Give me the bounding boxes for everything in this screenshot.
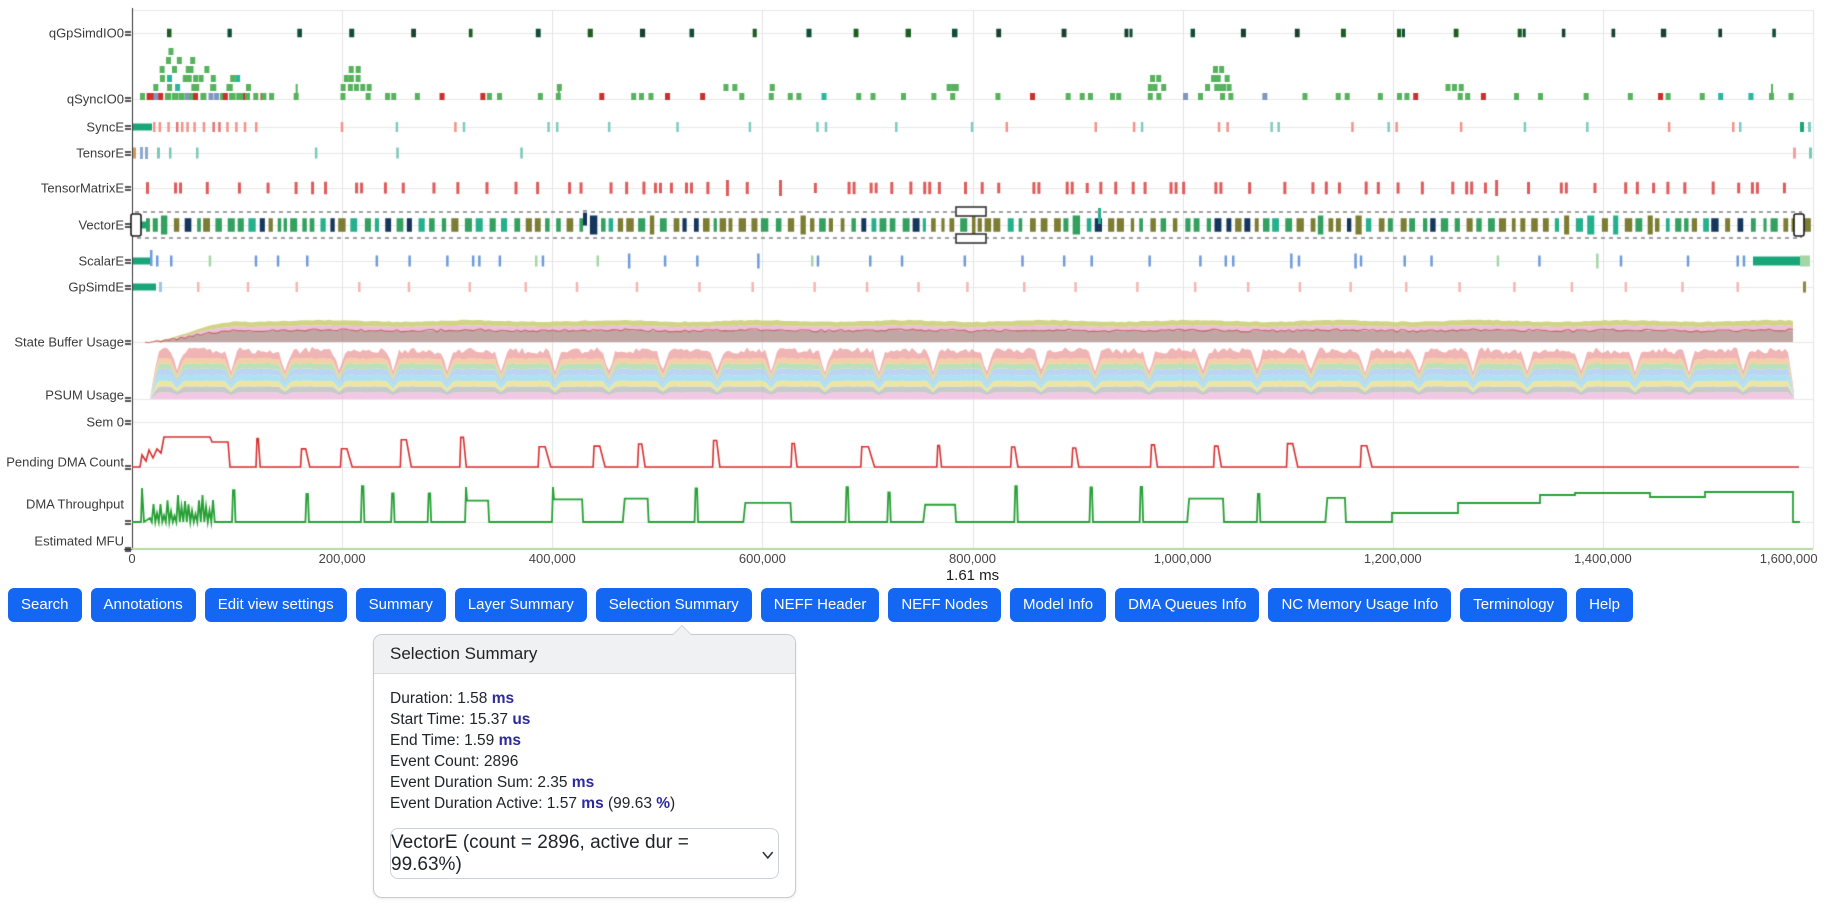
stat-line: Duration: 1.58 ms — [390, 688, 779, 709]
row-label-state-buffer-usage: State Buffer Usage — [0, 335, 124, 350]
row-label-pending-dma-count: Pending DMA Count — [0, 455, 124, 470]
x-tick-label: 400,000 — [529, 551, 576, 566]
x-tick-label: 1,400,000 — [1574, 551, 1632, 566]
chevron-down-icon — [758, 845, 778, 865]
stat-unit: us — [512, 711, 530, 728]
x-tick-label: 1,200,000 — [1364, 551, 1422, 566]
stat-text: Start Time: 15.37 — [390, 711, 512, 728]
toolbar-button-edit-view-settings[interactable]: Edit view settings — [205, 588, 347, 622]
row-label-vectore: VectorE — [0, 218, 124, 233]
x-tick-label: 1,000,000 — [1154, 551, 1212, 566]
selection-summary-popup: Selection Summary Duration: 1.58 msStart… — [373, 634, 796, 898]
stat-text: Duration: 1.58 — [390, 690, 492, 707]
row-label-qsyncio0: qSyncIO0 — [0, 92, 124, 107]
stat-line: End Time: 1.59 ms — [390, 730, 779, 751]
timeline-canvas[interactable] — [0, 0, 1829, 586]
stat-unit: % — [656, 795, 670, 812]
toolbar-button-dma-queues-info[interactable]: DMA Queues Info — [1115, 588, 1259, 622]
toolbar-button-model-info[interactable]: Model Info — [1010, 588, 1106, 622]
stat-unit: ms — [492, 690, 514, 707]
toolbar-button-neff-nodes[interactable]: NEFF Nodes — [888, 588, 1001, 622]
toolbar-button-annotations[interactable]: Annotations — [91, 588, 196, 622]
row-label-gpsimde: GpSimdE — [0, 280, 124, 295]
toolbar-button-help[interactable]: Help — [1576, 588, 1633, 622]
stat-text: Event Count: 2896 — [390, 753, 518, 770]
x-tick-label: 600,000 — [739, 551, 786, 566]
toolbar-button-summary[interactable]: Summary — [356, 588, 446, 622]
stat-line: Start Time: 15.37 us — [390, 709, 779, 730]
profiler-timeline: qGpSimdIO0 qSyncIO0 SyncE TensorE TensorMatr… — [0, 0, 1829, 586]
engine-select-label: VectorE (count = 2896, active dur = 99.6… — [391, 832, 756, 876]
stat-unit: ms — [572, 774, 594, 791]
x-tick-label: 200,000 — [319, 551, 366, 566]
engine-select-dropdown[interactable]: VectorE (count = 2896, active dur = 99.6… — [390, 828, 779, 879]
toolbar-button-terminology[interactable]: Terminology — [1460, 588, 1567, 622]
popup-title: Selection Summary — [374, 635, 795, 674]
selection-stats: Duration: 1.58 msStart Time: 15.37 usEnd… — [390, 688, 779, 814]
row-label-tensore: TensorE — [0, 146, 124, 161]
toolbar-button-nc-memory-usage-info[interactable]: NC Memory Usage Info — [1268, 588, 1451, 622]
stat-text: End Time: 1.59 — [390, 732, 499, 749]
row-label-dma-throughput: DMA Throughput — [0, 497, 124, 512]
stat-text: Event Duration Sum: 2.35 — [390, 774, 572, 791]
toolbar-button-search[interactable]: Search — [8, 588, 82, 622]
toolbar-button-selection-summary[interactable]: Selection Summary — [596, 588, 752, 622]
row-label-estimated-mfu: Estimated MFU — [0, 534, 124, 549]
row-label-qgpsimdio0: qGpSimdIO0 — [0, 26, 124, 41]
stat-unit: ms — [499, 732, 521, 749]
popup-notch-fill — [673, 626, 691, 635]
x-tick-label: 800,000 — [949, 551, 996, 566]
stat-text: ) — [670, 795, 675, 812]
toolbar-button-layer-summary[interactable]: Layer Summary — [455, 588, 587, 622]
stat-line: Event Duration Active: 1.57 ms (99.63 %) — [390, 793, 779, 814]
x-tick-label: 1,600,000 — [1760, 551, 1818, 566]
row-label-sem-0: Sem 0 — [0, 415, 124, 430]
toolbar: Search Annotations Edit view settings Summa… — [8, 588, 1633, 622]
stat-line: Event Duration Sum: 2.35 ms — [390, 772, 779, 793]
stat-line: Event Count: 2896 — [390, 751, 779, 772]
x-tick-label: 0 — [128, 551, 135, 566]
row-label-scalare: ScalarE — [0, 254, 124, 269]
row-label-synce: SyncE — [0, 120, 124, 135]
toolbar-button-neff-header[interactable]: NEFF Header — [761, 588, 880, 622]
stat-text: (99.63 — [604, 795, 657, 812]
x-axis-title: 1.61 ms — [132, 567, 1813, 584]
row-label-tensormatrixe: TensorMatrixE — [0, 181, 124, 196]
stat-text: Event Duration Active: 1.57 — [390, 795, 581, 812]
row-label-psum-usage: PSUM Usage — [0, 388, 124, 403]
stat-unit: ms — [581, 795, 603, 812]
popup-body: Duration: 1.58 msStart Time: 15.37 usEnd… — [374, 674, 795, 897]
